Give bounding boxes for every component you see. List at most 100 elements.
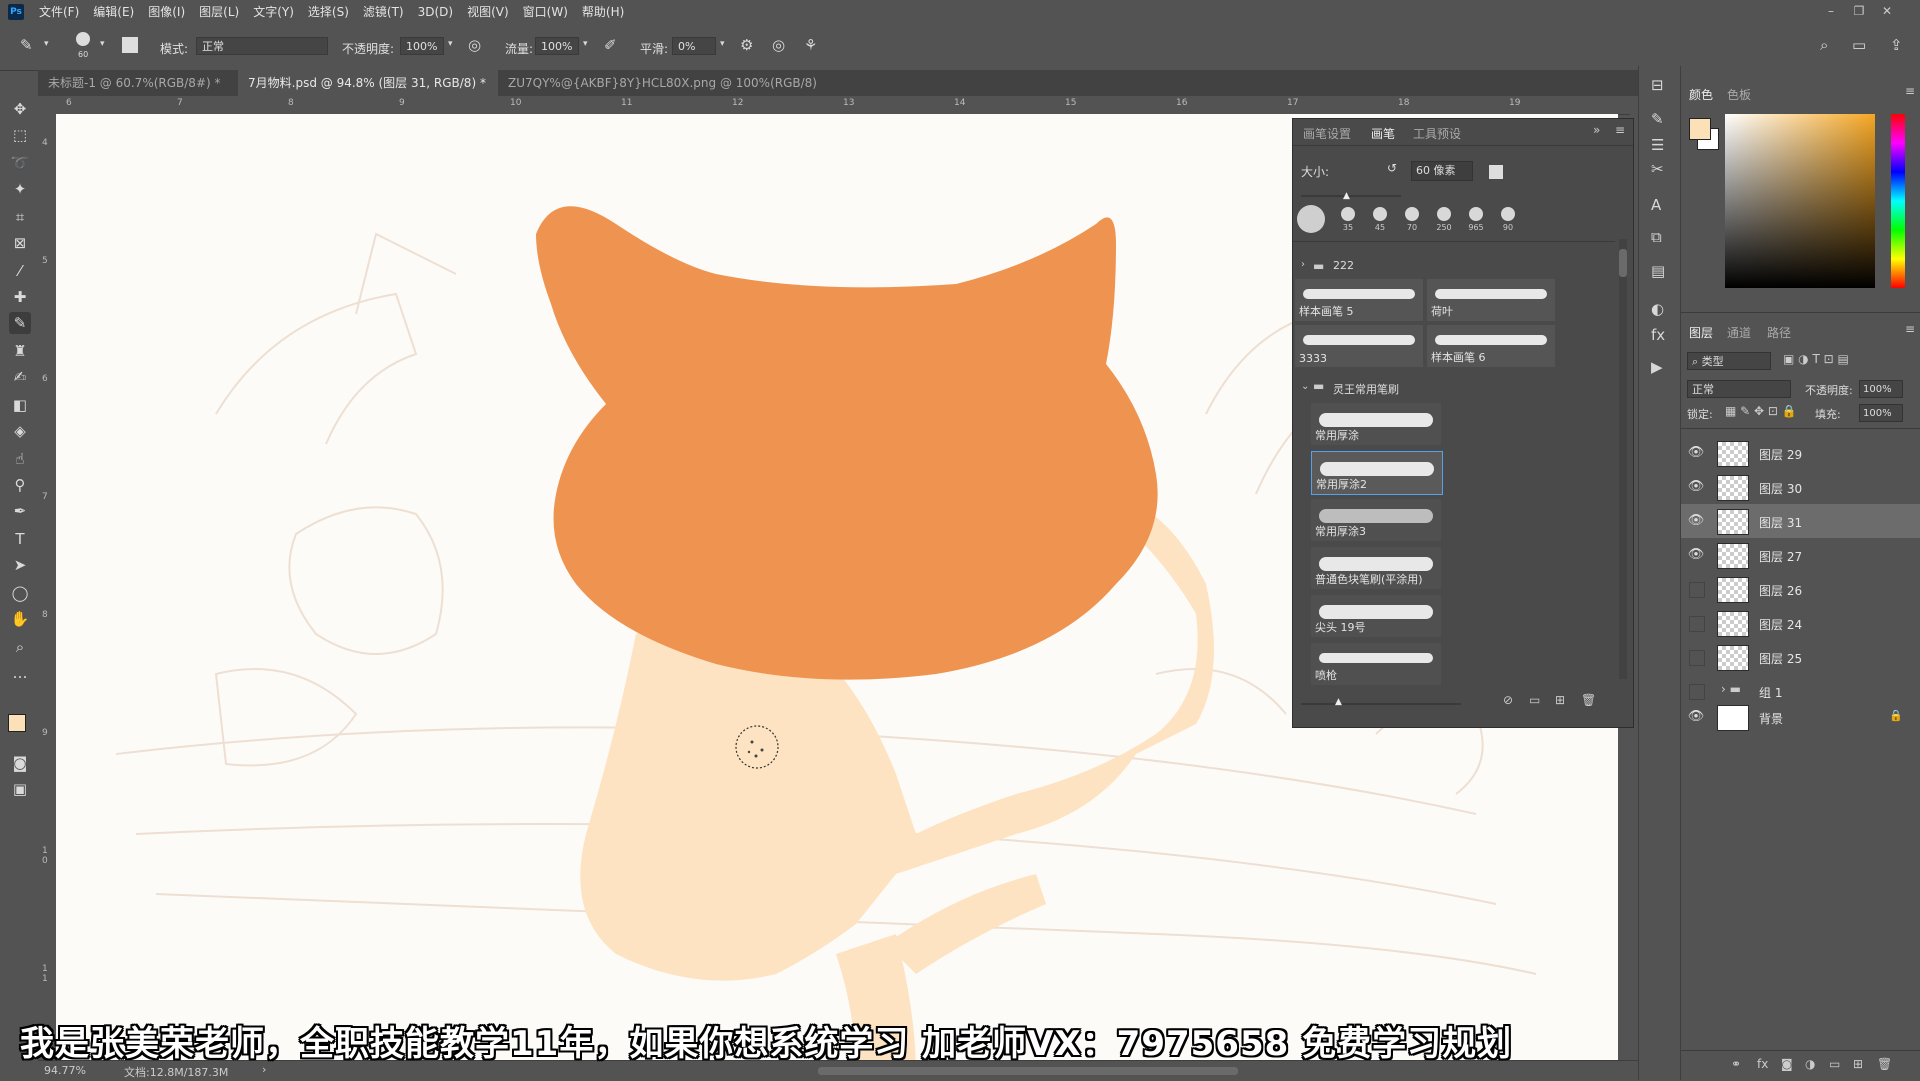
foreground-color-swatch[interactable] — [1689, 118, 1711, 140]
menu-select[interactable]: 选择(S) — [301, 0, 356, 24]
symmetry-icon[interactable]: ⚘ — [804, 38, 817, 53]
size-slider[interactable] — [1301, 195, 1401, 197]
menu-window[interactable]: 窗口(W) — [516, 0, 575, 24]
zoom-tool-icon[interactable]: ⌕ — [9, 636, 31, 658]
visibility-eye-icon[interactable]: 👁 — [1687, 479, 1705, 494]
dodge-tool-icon[interactable]: ⚲ — [9, 474, 31, 496]
smudge-tool-icon[interactable]: ☝ — [9, 448, 31, 470]
adjustments-icon[interactable]: ☰ — [1651, 138, 1664, 153]
brush-preview-icon[interactable] — [76, 32, 90, 46]
hand-tool-icon[interactable]: ✋ — [9, 608, 31, 630]
scroll-thumb[interactable] — [1619, 249, 1627, 277]
fx-icon[interactable]: fx — [1757, 1057, 1768, 1071]
brush-settings-icon[interactable]: ✎ — [1651, 112, 1664, 127]
tab-brushes[interactable]: 画笔 — [1371, 125, 1395, 142]
zoom-readout[interactable]: 94.77% — [44, 1064, 86, 1077]
brush-heye[interactable]: 荷叶 — [1427, 279, 1555, 321]
brush-3333[interactable]: 3333 — [1295, 325, 1423, 367]
quick-mask-icon[interactable]: ◙ — [9, 752, 31, 774]
brush-preset[interactable]: 250 — [1431, 207, 1457, 237]
mode-select[interactable]: 正常 — [196, 37, 328, 55]
close-icon[interactable]: ✕ — [1874, 0, 1900, 22]
move-tool-icon[interactable]: ✥ — [9, 98, 31, 120]
horizontal-scrollbar[interactable] — [818, 1067, 1238, 1075]
new-layer-icon[interactable]: ⊞ — [1853, 1057, 1863, 1071]
eye-toggle-icon[interactable]: ⊘ — [1503, 693, 1513, 707]
tab-brush-settings[interactable]: 画笔设置 — [1303, 125, 1351, 142]
workspace-icon[interactable]: ▭ — [1852, 38, 1866, 53]
pressure-size-icon[interactable]: ◎ — [772, 38, 785, 53]
actions-icon[interactable]: ▶ — [1651, 360, 1663, 375]
path-select-icon[interactable]: ➤ — [9, 554, 31, 576]
menu-help[interactable]: 帮助(H) — [575, 0, 631, 24]
brush-preset[interactable]: 90 — [1495, 207, 1521, 237]
navigator-icon[interactable]: ◐ — [1651, 302, 1664, 317]
tab-untitled[interactable]: 未标题-1 @ 60.7%(RGB/8#) * × — [38, 70, 238, 116]
menu-filter[interactable]: 滤镜(T) — [356, 0, 411, 24]
chevron-down-icon[interactable]: ▾ — [100, 40, 105, 49]
minimize-icon[interactable]: – — [1818, 0, 1844, 22]
brush-sample-5[interactable]: 样本画笔 5 — [1295, 279, 1423, 321]
character-icon[interactable]: A — [1651, 198, 1661, 213]
eraser-icon[interactable]: ◧ — [9, 394, 31, 416]
clone-source-icon[interactable]: ⧉ — [1651, 230, 1662, 245]
visibility-eye-icon[interactable] — [1689, 582, 1705, 598]
screen-mode-icon[interactable]: ▣ — [9, 778, 31, 800]
group-lingwang-label[interactable]: 灵王常用笔刷 — [1333, 381, 1399, 397]
layer-row[interactable]: 图层 25 — [1681, 640, 1920, 674]
tab-tool-presets[interactable]: 工具预设 — [1413, 125, 1461, 142]
trash-icon[interactable]: 🗑 — [1581, 693, 1596, 707]
layer-row[interactable]: 👁 图层 31 — [1681, 504, 1920, 538]
group-222-label[interactable]: 222 — [1333, 259, 1354, 272]
pressure-opacity-icon[interactable]: ◎ — [468, 38, 481, 53]
trash-icon[interactable]: 🗑 — [1877, 1057, 1892, 1071]
visibility-eye-icon[interactable]: 👁 — [1687, 445, 1705, 460]
brush-item[interactable]: 喷枪 — [1311, 643, 1441, 685]
chevron-down-icon[interactable]: ⌄ — [1301, 381, 1309, 392]
new-brush-icon[interactable]: ⊞ — [1555, 693, 1565, 707]
menu-image[interactable]: 图像(I) — [141, 0, 192, 24]
marquee-tool-icon[interactable]: ⬚ — [9, 124, 31, 146]
brush-tool-icon[interactable]: ✎ — [20, 38, 33, 53]
chevron-down-icon[interactable]: ▾ — [720, 40, 725, 49]
stamp-tool-icon[interactable]: ♜ — [9, 340, 31, 362]
slider-handle-icon[interactable]: ▲ — [1343, 191, 1350, 201]
eyedropper-icon[interactable]: ⁄ — [9, 260, 31, 282]
history-icon[interactable]: ⊟ — [1651, 78, 1664, 93]
share-icon[interactable]: ⇪ — [1890, 38, 1903, 53]
menu-file[interactable]: 文件(F) — [32, 0, 86, 24]
layer-row[interactable]: 图层 24 — [1681, 606, 1920, 640]
size-input[interactable]: 60 像素 — [1411, 161, 1473, 181]
mask-icon[interactable]: ◙ — [1781, 1057, 1793, 1071]
menu-3d[interactable]: 3D(D) — [411, 0, 460, 24]
restore-icon[interactable]: ❐ — [1846, 0, 1872, 22]
magic-wand-icon[interactable]: ✦ — [9, 178, 31, 200]
visibility-eye-icon[interactable] — [1689, 616, 1705, 632]
airbrush-icon[interactable]: ✐ — [604, 38, 617, 53]
layer-row[interactable]: 👁 背景 🔒 — [1681, 700, 1920, 734]
brush-edit-icon[interactable] — [1489, 165, 1503, 179]
type-tool-icon[interactable]: T — [9, 528, 31, 550]
brush-item[interactable]: 常用厚涂3 — [1311, 499, 1441, 541]
new-group-icon[interactable]: ▭ — [1529, 693, 1540, 707]
chevron-down-icon[interactable]: ▾ — [583, 40, 588, 49]
layer-row[interactable]: 图层 26 — [1681, 572, 1920, 606]
chevron-down-icon[interactable]: ▾ — [448, 40, 453, 49]
new-group-icon[interactable]: ▭ — [1829, 1057, 1840, 1071]
menu-type[interactable]: 文字(Y) — [246, 0, 301, 24]
slider-handle-icon[interactable]: ▲ — [1335, 697, 1342, 707]
adjustment-layer-icon[interactable]: ◑ — [1805, 1057, 1815, 1071]
flow-input[interactable]: 100% — [535, 37, 579, 55]
more-tools-icon[interactable]: … — [9, 662, 31, 684]
menu-view[interactable]: 视图(V) — [460, 0, 516, 24]
ellipse-tool-icon[interactable]: ◯ — [9, 582, 31, 604]
brush-sample-6[interactable]: 样本画笔 6 — [1427, 325, 1555, 367]
scrollbar[interactable] — [1619, 239, 1627, 679]
tab-7yue-wuliao[interactable]: 7月物料.psd @ 94.8% (图层 31, RGB/8) * × — [238, 70, 498, 116]
layer-row[interactable]: › ▬ 组 1 — [1681, 674, 1920, 700]
info-icon[interactable]: ▤ — [1651, 264, 1665, 279]
paint-bucket-icon[interactable]: ◈ — [9, 420, 31, 442]
visibility-eye-icon[interactable]: 👁 — [1687, 547, 1705, 562]
folder-icon[interactable]: › ▬ — [1721, 682, 1741, 696]
link-icon[interactable]: ⚭ — [1731, 1057, 1741, 1071]
